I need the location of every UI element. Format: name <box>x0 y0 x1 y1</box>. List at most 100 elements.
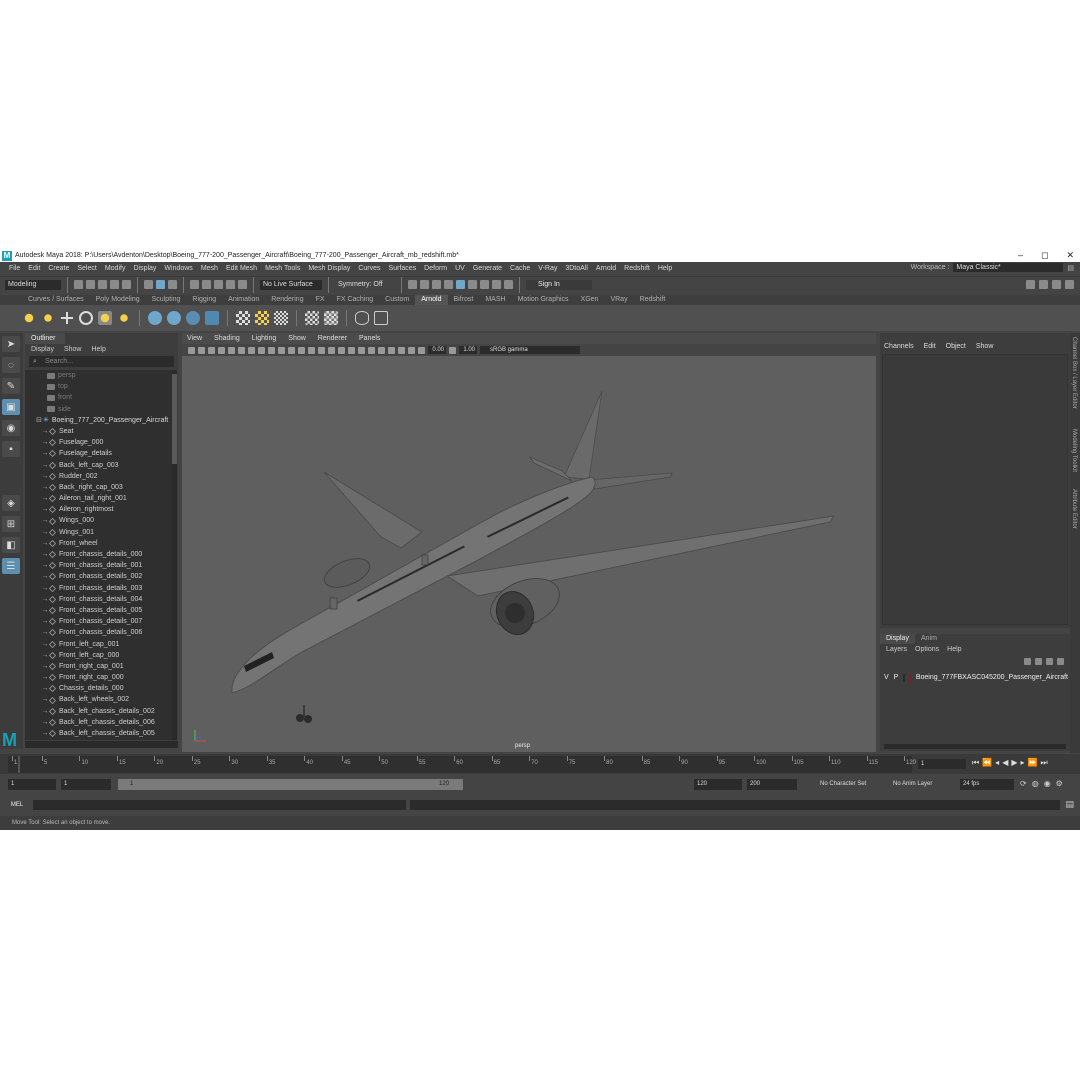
pause-render-icon[interactable] <box>504 280 513 289</box>
checker-texture-icon[interactable] <box>236 311 250 325</box>
channel-menu-object[interactable]: Object <box>946 343 966 353</box>
snap-view-icon[interactable] <box>226 280 235 289</box>
layer-menu-help[interactable]: Help <box>947 644 961 655</box>
aircraft-model[interactable] <box>182 356 876 752</box>
audio-icon[interactable]: ◍ <box>1032 779 1039 788</box>
animation-start-field[interactable]: 1 <box>8 779 56 790</box>
symmetry-dropdown[interactable]: Symmetry: Off <box>335 279 395 290</box>
snap-point-icon[interactable] <box>214 280 223 289</box>
outliner-item[interactable]: → Seat <box>25 426 172 437</box>
outliner-search[interactable]: ⌕ Search... <box>29 356 174 367</box>
channel-menu-edit[interactable]: Edit <box>924 343 936 353</box>
viewport-menu-show[interactable]: Show <box>288 333 306 344</box>
smooth-shade-icon[interactable] <box>308 346 315 354</box>
menu-windows[interactable]: Windows <box>160 265 196 272</box>
outliner-menu-display[interactable]: Display <box>31 344 54 355</box>
menu-arnold[interactable]: Arnold <box>592 265 620 272</box>
isolate-select-icon[interactable] <box>388 346 395 354</box>
expand-icon[interactable]: → <box>41 616 49 627</box>
mesh-light-icon[interactable] <box>41 311 55 325</box>
expand-icon[interactable]: → <box>41 683 49 694</box>
outliner-item[interactable]: → Front_left_cap_001 <box>25 639 172 650</box>
resolution-gate-icon[interactable] <box>248 346 255 354</box>
menu-uv[interactable]: UV <box>451 265 469 272</box>
select-hierarchy-icon[interactable] <box>144 280 153 289</box>
3d-viewport[interactable]: persp <box>182 356 876 752</box>
expand-icon[interactable]: → <box>41 728 49 739</box>
shelf-tab-motion-graphics[interactable]: Motion Graphics <box>512 295 575 305</box>
step-forward-frame-icon[interactable]: ▸ <box>1021 758 1025 768</box>
sign-in-button[interactable]: Sign In <box>526 279 592 290</box>
xray-joints-icon[interactable] <box>408 346 415 354</box>
outliner-camera-persp[interactable]: persp <box>25 370 172 381</box>
loop-icon[interactable]: ⟳ <box>1020 779 1027 788</box>
menu-deform[interactable]: Deform <box>420 265 451 272</box>
animation-end-field[interactable]: 200 <box>747 779 797 790</box>
arnold-render-icon[interactable] <box>468 280 477 289</box>
outliner-item[interactable]: → Chassis_details_000 <box>25 683 172 694</box>
expand-icon[interactable]: → <box>41 426 49 437</box>
save-scene-icon[interactable] <box>98 280 107 289</box>
outliner-item[interactable]: → Aileron_tail_right_001 <box>25 493 172 504</box>
menu-mesh-display[interactable]: Mesh Display <box>304 265 354 272</box>
ipr-render-icon[interactable] <box>420 280 429 289</box>
outliner-item[interactable]: → Front_chassis_details_000 <box>25 549 172 560</box>
image-plane-icon[interactable] <box>218 346 225 354</box>
minimize-button[interactable]: – <box>1018 249 1023 262</box>
render-settings-icon[interactable] <box>432 280 441 289</box>
outliner-item[interactable]: → Wings_001 <box>25 527 172 538</box>
menu-set-dropdown[interactable]: Modeling <box>5 279 61 290</box>
auto-key-icon[interactable]: ◉ <box>1044 779 1051 788</box>
viewport-menu-panels[interactable]: Panels <box>359 333 380 344</box>
expand-icon[interactable]: → <box>41 437 49 448</box>
script-editor-icon[interactable]: ▤ <box>1065 799 1074 810</box>
viewport-menu-view[interactable]: View <box>187 333 202 344</box>
area-light-icon[interactable] <box>22 311 36 325</box>
layer-menu-options[interactable]: Options <box>915 644 939 655</box>
render-icon[interactable] <box>408 280 417 289</box>
menu-edit-mesh[interactable]: Edit Mesh <box>222 265 261 272</box>
outliner-item[interactable]: → Front_right_cap_000 <box>25 672 172 683</box>
workspace-options-icon[interactable]: ▤ <box>1067 264 1074 272</box>
expand-icon[interactable]: → <box>41 650 49 661</box>
gate-mask-icon[interactable] <box>258 346 265 354</box>
gamma-field[interactable]: 1.00 <box>459 346 477 354</box>
paint-select-icon[interactable]: ✎ <box>2 378 20 394</box>
modeling-toolkit-side-tab[interactable]: Modeling Toolkit <box>1071 429 1077 472</box>
expand-icon[interactable]: → <box>41 448 49 459</box>
expand-icon[interactable]: → <box>41 504 49 515</box>
expand-icon[interactable]: → <box>41 471 49 482</box>
menu-surfaces[interactable]: Surfaces <box>385 265 421 272</box>
expand-icon[interactable]: → <box>41 560 49 571</box>
viewport-menu-shading[interactable]: Shading <box>214 333 240 344</box>
shelf-tab-custom[interactable]: Custom <box>379 295 415 305</box>
outliner-item[interactable]: → Back_right_cap_003 <box>25 482 172 493</box>
time-slider[interactable]: 1 5 10 15 20 25 30 35 40 45 50 55 60 65 70 75 80 85 90 95 10… <box>0 754 1080 774</box>
light-portal-icon[interactable] <box>98 311 112 325</box>
shelf-tab-fx-caching[interactable]: FX Caching <box>331 295 380 305</box>
channel-menu-show[interactable]: Show <box>976 343 994 353</box>
expand-icon[interactable]: → <box>41 672 49 683</box>
step-back-key-icon[interactable]: ⏪ <box>982 758 992 768</box>
toggle-modeling-toolkit-icon[interactable] <box>1026 280 1035 289</box>
lasso-tool-icon[interactable]: ◌ <box>2 357 20 373</box>
material-icon[interactable] <box>305 311 319 325</box>
move-layer-down-icon[interactable] <box>1035 658 1042 665</box>
character-set-dropdown[interactable]: No Character Set <box>820 779 866 790</box>
menu-mesh[interactable]: Mesh <box>197 265 222 272</box>
go-to-start-icon[interactable]: ⏮ <box>972 758 979 768</box>
range-bar[interactable]: 1 120 <box>118 779 463 790</box>
outliner-menu-help[interactable]: Help <box>91 344 105 355</box>
outliner-item[interactable]: → Rudder_002 <box>25 471 172 482</box>
workspace-dropdown[interactable]: Maya Classic* <box>953 263 1064 272</box>
shader-icon[interactable] <box>324 311 338 325</box>
physical-sky-icon[interactable] <box>117 311 131 325</box>
outliner-item[interactable]: → Back_left_chassis_details_006 <box>25 717 172 728</box>
safe-title-icon[interactable] <box>288 346 295 354</box>
four-view-icon[interactable]: ⊞ <box>2 516 20 532</box>
close-button[interactable]: ✕ <box>1066 249 1074 262</box>
command-language-label[interactable]: MEL <box>4 800 30 810</box>
open-scene-icon[interactable] <box>86 280 95 289</box>
outliner-item[interactable]: → Front_chassis_details_005 <box>25 605 172 616</box>
shadows-icon[interactable] <box>338 346 345 354</box>
